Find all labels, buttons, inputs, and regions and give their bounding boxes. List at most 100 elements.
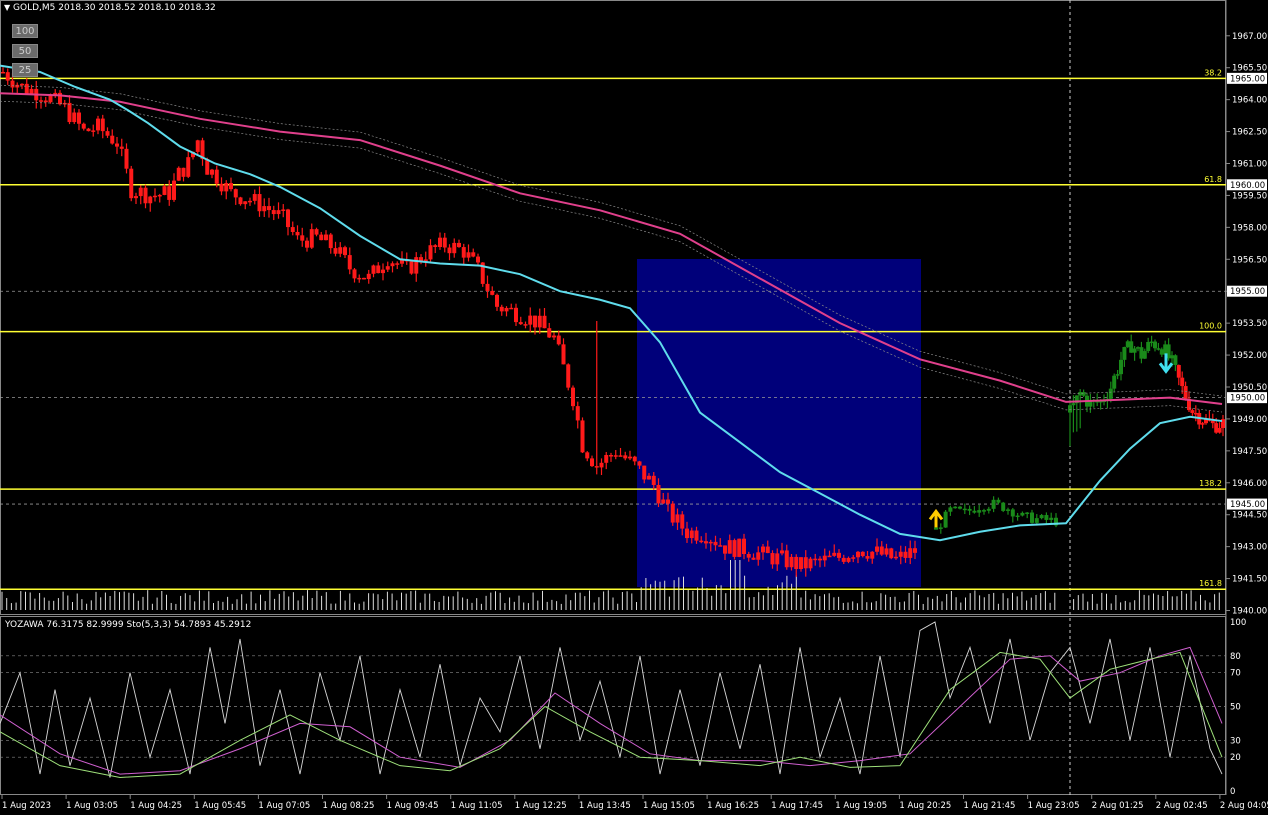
ohlc-body [248, 200, 252, 203]
ohlc-body [290, 227, 295, 232]
toggle-100-button[interactable]: 100 [12, 24, 38, 38]
ohlc-body [647, 475, 651, 480]
ohlc-body [756, 552, 761, 560]
ohlc-body [571, 387, 575, 407]
ohlc-body [1122, 347, 1127, 360]
ohlc-body [186, 157, 191, 177]
ohlc-body [685, 528, 689, 539]
ohlc-body [1044, 515, 1049, 520]
ohlc-body [604, 455, 609, 463]
ohlc-body [822, 555, 827, 561]
price-tick-label: 1959.50 [1232, 191, 1267, 201]
ohlc-body [841, 557, 846, 562]
ohlc-body [347, 255, 352, 270]
dropdown-icon[interactable]: ▼ [4, 3, 10, 12]
time-tick-label: 1 Aug 04:25 [130, 801, 182, 811]
ohlc-body [129, 168, 134, 199]
ohlc-body [632, 456, 637, 462]
ohlc-body [504, 307, 509, 312]
ma-slow-line [0, 92, 1223, 406]
ohlc-body [1010, 509, 1015, 517]
ohlc-body [20, 83, 24, 86]
time-tick-label: 1 Aug 03:05 [66, 801, 118, 811]
toggle-50-button[interactable]: 50 [12, 44, 38, 58]
ohlc-body [91, 130, 96, 132]
time-tick-label: 1 Aug 19:05 [835, 801, 887, 811]
ohlc-body [153, 195, 157, 198]
ohlc-body [381, 269, 385, 274]
ohlc-body [96, 118, 100, 131]
ohlc-body [1071, 403, 1076, 406]
time-tick-label: 1 Aug 16:25 [707, 801, 759, 811]
ohlc-body [362, 277, 366, 280]
ohlc-body [879, 546, 884, 555]
ohlc-body [319, 234, 324, 241]
ohlc-body [884, 548, 889, 555]
ohlc-body [1049, 517, 1054, 520]
time-tick-label: 1 Aug 08:25 [323, 801, 375, 811]
ohlc-body [243, 201, 248, 205]
ohlc-body [642, 465, 647, 480]
price-tick-label: 1964.00 [1232, 96, 1267, 106]
ohlc-bars [1, 67, 1225, 577]
oscillator-title: YOZAWA 76.3175 82.9999 Sto(5,3,3) 54.789… [5, 620, 252, 630]
ohlc-body [913, 548, 917, 553]
ohlc-body [908, 548, 913, 558]
ohlc-body [110, 135, 115, 144]
grid-layer [0, 77, 1226, 505]
ohlc-body [694, 530, 699, 541]
osc-level-label: 50 [1230, 703, 1241, 713]
ma-slow-band-upper [0, 84, 1223, 397]
symbol-title: GOLD,M5 2018.30 2018.52 2018.10 2018.32 [13, 3, 216, 13]
time-tick-label: 1 Aug 07:05 [258, 801, 310, 811]
ohlc-body [433, 245, 438, 248]
time-tick-label: 1 Aug 12:25 [515, 801, 567, 811]
ohlc-body [656, 484, 661, 504]
ohlc-body [176, 167, 181, 181]
osc-level-label: 30 [1230, 736, 1241, 746]
price-tick-label: 1950.50 [1232, 383, 1267, 393]
ohlc-body [737, 538, 742, 557]
ohlc-body [148, 196, 153, 204]
ohlc-body [813, 558, 818, 561]
ohlc-body [143, 187, 148, 204]
ohlc-body [718, 545, 723, 547]
osc-panel-border [0, 616, 1226, 795]
ohlc-body [832, 552, 837, 556]
ohlc-body [765, 546, 770, 554]
ohlc-body [343, 247, 347, 256]
ohlc-body [761, 546, 765, 553]
ohlc-body [1001, 502, 1006, 511]
ohlc-body [457, 242, 461, 248]
ohlc-body [1108, 388, 1113, 399]
ohlc-body [238, 197, 243, 205]
ohlc-body [499, 306, 504, 312]
ohlc-body [953, 506, 958, 509]
price-chart[interactable]: 38.261.8100.0138.2161.8 1967.001965.5019… [0, 0, 1268, 815]
ohlc-body [257, 194, 262, 212]
toggle-25-button[interactable]: 25 [12, 63, 38, 77]
ohlc-body [613, 455, 618, 457]
ohlc-body [865, 556, 870, 559]
ohlc-body [803, 557, 808, 569]
ohlc-body [1015, 515, 1020, 518]
time-axis: 1 Aug 2023 1 Aug 03:05 1 Aug 04:25 1 Aug 05… [1, 795, 1268, 811]
ohlc-body [1, 71, 5, 74]
price-tick-label: 1961.00 [1232, 160, 1267, 170]
ohlc-body [514, 307, 518, 323]
ohlc-body [509, 307, 514, 310]
ohlc-body [875, 546, 879, 552]
ohlc-body [77, 112, 81, 124]
ohlc-body [252, 194, 257, 201]
price-marker-label: 1945.00 [1230, 500, 1265, 510]
ohlc-body [704, 541, 708, 544]
ohlc-body [661, 499, 666, 504]
ohlc-body [1068, 405, 1072, 413]
fib-level-label: 138.2 [1199, 479, 1222, 488]
ohlc-body [808, 558, 813, 569]
ohlc-body [1142, 351, 1147, 359]
price-tick-label: 1953.50 [1232, 319, 1267, 329]
ohlc-body [385, 266, 390, 270]
ohlc-body [1190, 410, 1195, 413]
time-tick-label: 1 Aug 05:45 [194, 801, 246, 811]
